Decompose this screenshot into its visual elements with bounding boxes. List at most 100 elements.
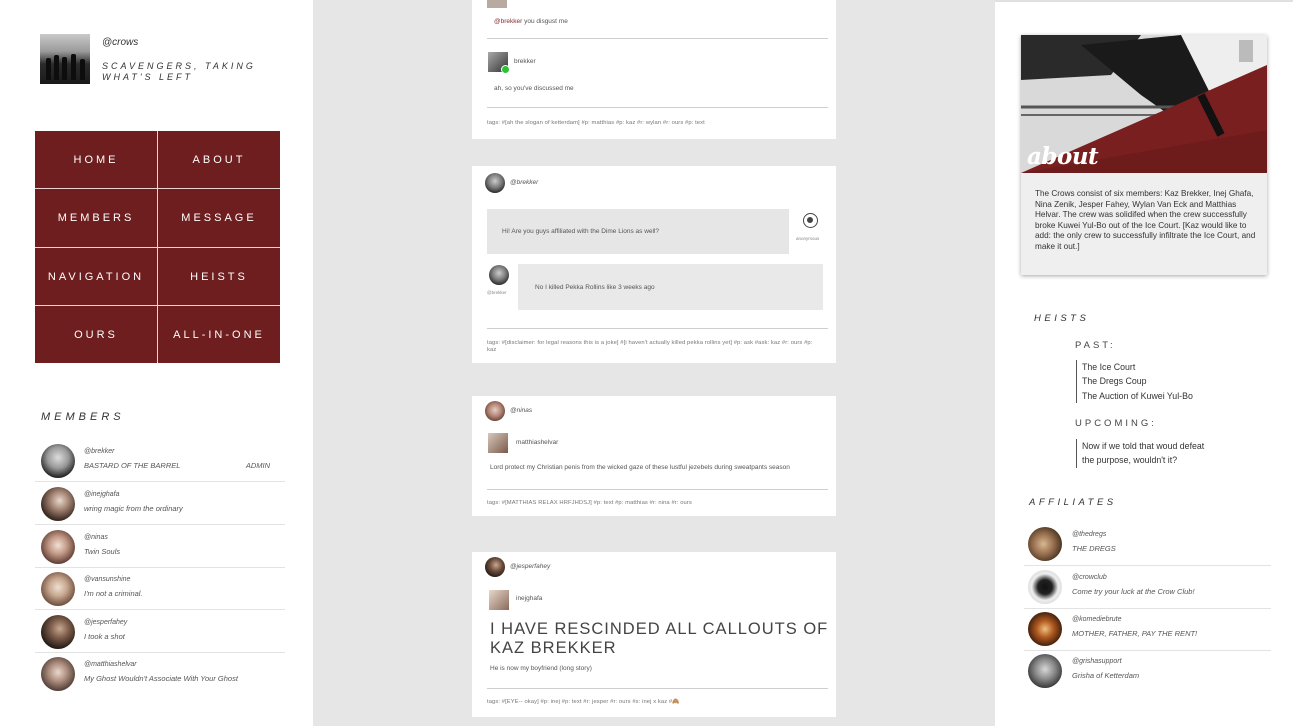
divider [487,328,828,329]
user-handle[interactable]: @brekker [510,179,538,186]
nav-navigation[interactable]: NAVIGATION [35,248,157,305]
user-avatar[interactable] [485,401,505,421]
affiliate-handle[interactable]: @crowclub [1072,574,1107,581]
member-handle[interactable]: @jesperfahey [84,619,127,626]
member-handle[interactable]: @brekker [84,448,114,455]
affiliate-desc: MOTHER, FATHER, PAY THE RENT! [1072,629,1198,638]
ask-question: Hi! Are you guys affiliated with the Dim… [487,209,789,254]
blog-handle[interactable]: @crows [102,37,138,48]
upcoming-label: UPCOMING: [1075,418,1157,429]
anonymous-icon [803,213,818,228]
about-title: about [1027,143,1099,170]
member-avatar[interactable] [41,572,75,606]
member-handle[interactable]: @ninas [84,534,108,541]
list-item: The Auction of Kuwei Yul-Bo [1082,390,1193,401]
affiliate-handle[interactable]: @komediebrute [1072,616,1122,623]
nav-members[interactable]: MEMBERS [35,189,157,247]
reblog-user[interactable]: matthiashelvar [516,439,558,446]
right-sidebar: about The Crows consist of six members: … [995,0,1293,726]
divider [487,38,828,39]
member-item[interactable]: @ninas Twin Souls [35,526,285,568]
post-tags[interactable]: tags: #[disclaimer: for legal reasons th… [487,340,817,354]
nav-home[interactable]: HOME [35,131,157,188]
past-label: PAST: [1075,340,1116,351]
affiliate-handle[interactable]: @grishasupport [1072,658,1122,665]
affiliate-desc: Grisha of Ketterdam [1072,671,1140,680]
post-text: @brekker you disgust me [494,18,568,25]
member-item[interactable]: @inejghafa wring magic from the ordinary [35,483,285,525]
member-avatar[interactable] [41,657,75,691]
member-item[interactable]: @brekker BASTARD OF THE BARREL ADMIN [35,440,285,482]
affiliate-item[interactable]: @crowclub Come try your luck at the Crow… [1024,567,1271,609]
member-avatar[interactable] [41,487,75,521]
post-card: @brekker you disgust me brekker ah, so y… [472,0,836,139]
reblog-icon [501,65,510,74]
past-heists-list: The Ice Court The Dregs Coup The Auction… [1076,360,1193,403]
blog-avatar[interactable] [40,34,90,84]
nav-all-in-one[interactable]: ALL-IN-ONE [158,306,280,363]
answerer-name[interactable]: @brekker [487,290,507,295]
divider [487,489,828,490]
post-body: He is now my boyfriend (long story) [490,665,592,672]
list-item: The Ice Court [1082,362,1136,372]
affiliate-avatar[interactable] [1028,527,1062,561]
affiliates-title: AFFILIATES [1029,497,1117,508]
affiliate-desc: THE DREGS [1072,544,1116,553]
user-avatar[interactable] [489,265,509,285]
blog-tagline: SCAVENGERS, TAKING WHAT'S LEFT [102,61,256,82]
nav-heists[interactable]: HEISTS [158,248,280,305]
member-handle[interactable]: @inejghafa [84,491,120,498]
members-title: MEMBERS [41,411,125,423]
divider [487,688,828,689]
member-avatar[interactable] [41,530,75,564]
affiliate-avatar[interactable] [1028,654,1062,688]
user-avatar[interactable] [485,557,505,577]
blog-header: @crows SCAVENGERS, TAKING WHAT'S LEFT [40,34,300,84]
member-handle[interactable]: @vansunshine [84,576,130,583]
nav-message[interactable]: MESSAGE [158,189,280,247]
user-avatar[interactable] [485,173,505,193]
member-item[interactable]: @vansunshine I'm not a criminal. [35,568,285,610]
post-tags[interactable]: tags: #[MATTHIAS RELAX HRFJHDSJ] #p: tex… [487,500,692,507]
user-avatar[interactable] [487,0,507,8]
affiliate-item[interactable]: @komediebrute MOTHER, FATHER, PAY THE RE… [1024,609,1271,651]
about-text: The Crows consist of six members: Kaz Br… [1035,189,1256,251]
affiliate-desc: Come try your luck at the Crow Club! [1072,587,1195,596]
reply-user[interactable]: brekker [514,58,536,65]
post-body: you disgust me [524,18,568,25]
affiliate-handle[interactable]: @thedregs [1072,531,1106,538]
affiliate-item[interactable]: @thedregs THE DREGS [1024,524,1271,566]
affiliate-avatar[interactable] [1028,570,1062,604]
nav-about[interactable]: ABOUT [158,131,280,188]
member-handle[interactable]: @matthiashelvar [84,661,137,668]
member-item[interactable]: @matthiashelvar My Ghost Wouldn't Associ… [35,653,285,695]
post-body: ah, so you've discussed me [494,85,574,92]
nav-ours[interactable]: OURS [35,306,157,363]
post-card: @ninas matthiashelvar Lord protect my Ch… [472,396,836,516]
user-avatar[interactable] [489,590,509,610]
heists-title: HEISTS [1034,313,1090,324]
about-card: about The Crows consist of six members: … [1021,35,1267,275]
user-handle[interactable]: @jesperfahey [510,563,550,570]
asker-name: anonymous [796,236,820,241]
member-desc: Twin Souls [84,547,121,556]
user-avatar[interactable] [488,52,510,74]
divider [487,107,828,108]
user-handle[interactable]: @brekker [494,18,522,25]
affiliate-avatar[interactable] [1028,612,1062,646]
member-role: ADMIN [245,461,270,470]
reblog-user[interactable]: inejghafa [516,595,542,602]
post-tags[interactable]: tags: #[ah the slogan of ketterdam] #p: … [487,120,705,127]
member-desc: I took a shot [84,632,125,641]
user-avatar[interactable] [488,433,508,453]
post-tags[interactable]: tags: #[EYE-- okay] #p: inej #p: text #r… [487,699,680,706]
member-desc: BASTARD OF THE BARREL [84,461,181,470]
post-card: @brekker Hi! Are you guys affiliated wit… [472,166,836,363]
user-handle[interactable]: @ninas [510,407,532,414]
member-avatar[interactable] [41,444,75,478]
upcoming-heists-list: Now if we told that woud defeat the purp… [1076,439,1204,468]
ask-answer: No I killed Pekka Rollins like 3 weeks a… [518,264,823,310]
member-item[interactable]: @jesperfahey I took a shot [35,611,285,653]
member-avatar[interactable] [41,615,75,649]
affiliate-item[interactable]: @grishasupport Grisha of Ketterdam [1024,651,1271,693]
